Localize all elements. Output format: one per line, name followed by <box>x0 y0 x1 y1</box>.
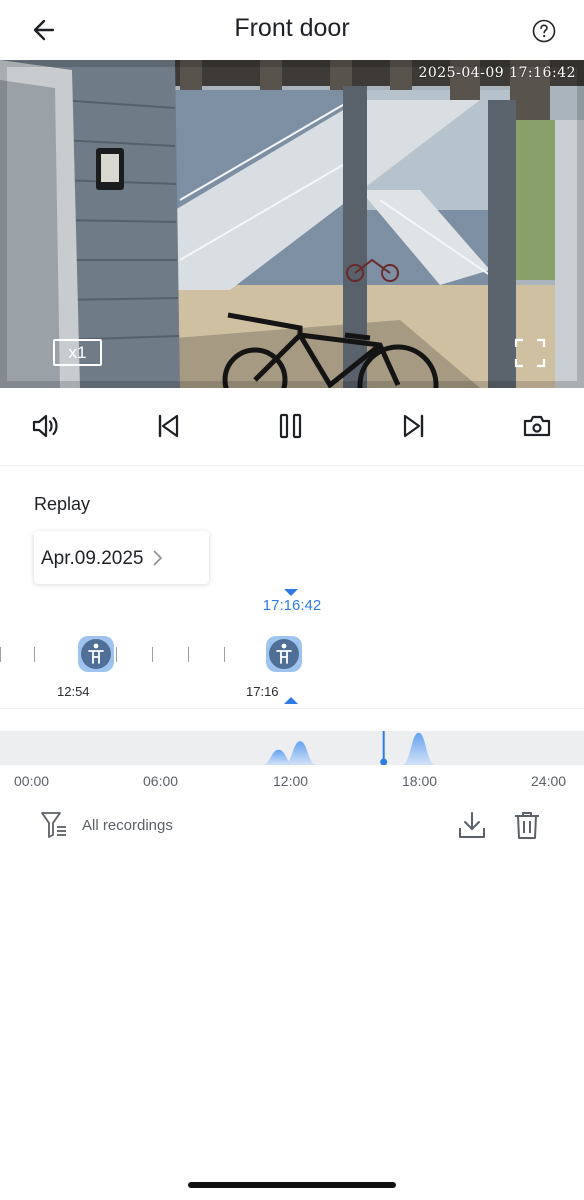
video-player[interactable]: 2025-04-09 17:16:42 x1 <box>0 60 584 388</box>
download-icon <box>459 812 485 838</box>
filter-icon <box>41 812 66 838</box>
event-strip-tick <box>224 647 225 662</box>
zoom-level-badge[interactable]: x1 <box>53 339 102 366</box>
pause-button[interactable] <box>273 408 309 444</box>
timeline-axis-label: 18:00 <box>402 773 438 789</box>
current-playback-time: 17:16:42 <box>262 597 322 614</box>
next-recording-button[interactable] <box>396 408 432 444</box>
current-time-marker <box>284 589 298 596</box>
person-detected-icon <box>266 636 302 672</box>
skip-previous-icon <box>158 414 179 438</box>
camera-snapshot-icon <box>523 415 551 437</box>
speaker-icon <box>32 414 58 438</box>
mute-toggle-button[interactable] <box>28 408 64 444</box>
trash-icon <box>515 812 539 839</box>
replay-heading: Replay <box>34 494 91 514</box>
event-strip-tick <box>116 647 117 662</box>
pause-icon <box>279 413 302 439</box>
help-button[interactable] <box>526 13 562 49</box>
person-event-thumbnail[interactable] <box>78 636 114 672</box>
timeline-axis-label: 24:00 <box>531 773 567 789</box>
delete-button[interactable] <box>512 810 542 840</box>
event-strip[interactable] <box>0 630 584 680</box>
event-time-label: 17:16 <box>246 684 279 699</box>
timeline-axis-label: 06:00 <box>143 773 179 789</box>
video-timestamp: 2025-04-09 17:16:42 <box>418 65 576 81</box>
event-strip-tick <box>152 647 153 662</box>
snapshot-button[interactable] <box>519 408 555 444</box>
selected-date: Apr.09.2025 <box>41 548 144 569</box>
fullscreen-icon <box>514 338 546 368</box>
question-circle-icon <box>532 19 556 43</box>
previous-recording-button[interactable] <box>150 408 186 444</box>
event-strip-marker <box>284 697 298 704</box>
person-detected-icon <box>78 636 114 672</box>
event-strip-tick <box>34 647 35 662</box>
event-strip-tick <box>0 647 1 662</box>
person-event-thumbnail[interactable] <box>266 636 302 672</box>
filter-button[interactable] <box>40 810 68 840</box>
download-button[interactable] <box>457 810 487 840</box>
playhead-handle[interactable] <box>380 758 388 766</box>
day-timeline[interactable] <box>0 731 584 765</box>
header-bar: Front door <box>0 0 584 60</box>
timeline-axis-label: 12:00 <box>273 773 309 789</box>
chevron-right-icon <box>153 550 163 566</box>
playback-controls <box>0 388 584 466</box>
timeline-axis-label: 00:00 <box>14 773 50 789</box>
date-picker-button[interactable]: Apr.09.2025 <box>34 531 209 584</box>
activity-graph <box>261 731 436 766</box>
section-divider <box>0 708 584 709</box>
page-title: Front door <box>234 14 350 42</box>
event-strip-tick <box>188 647 189 662</box>
event-time-label: 12:54 <box>57 684 90 699</box>
filter-label[interactable]: All recordings <box>82 817 173 834</box>
skip-next-icon <box>403 414 424 438</box>
home-indicator <box>188 1182 396 1188</box>
fullscreen-button[interactable] <box>514 338 546 368</box>
activity-peak <box>401 732 436 765</box>
